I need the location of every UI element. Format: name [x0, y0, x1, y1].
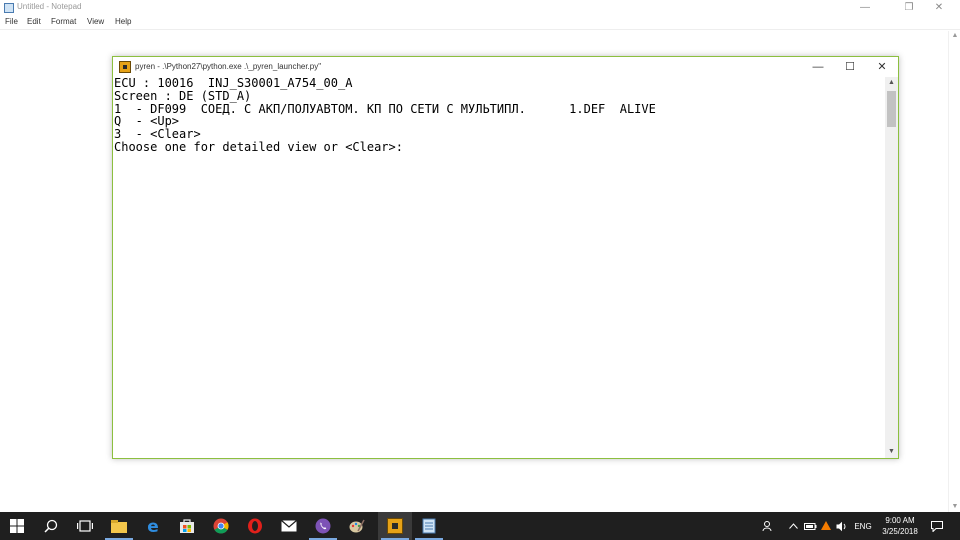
menu-view[interactable]: View: [87, 17, 104, 26]
taskbar-file-explorer[interactable]: [102, 512, 136, 540]
people-icon[interactable]: [758, 512, 778, 540]
store-icon: [180, 519, 194, 533]
pyren-icon: [119, 61, 131, 73]
console-scroll-thumb[interactable]: [887, 91, 896, 127]
notepad-close-button[interactable]: ✕: [926, 0, 952, 16]
clock[interactable]: 9:00 AM 3/25/2018: [872, 515, 928, 537]
chrome-icon: [213, 518, 229, 534]
taskbar-mail[interactable]: [272, 512, 306, 540]
search-icon: [44, 519, 58, 533]
menu-file[interactable]: File: [5, 17, 18, 26]
language-indicator[interactable]: ENG: [852, 512, 874, 540]
taskbar-chrome[interactable]: [204, 512, 238, 540]
taskbar-viber[interactable]: [306, 512, 340, 540]
folder-icon: [111, 519, 127, 533]
mail-icon: [281, 520, 297, 532]
task-view-button[interactable]: [68, 512, 102, 540]
console-title: pyren - .\Python27\python.exe .\_pyren_l…: [135, 62, 322, 71]
console-titlebar[interactable]: pyren - .\Python27\python.exe .\_pyren_l…: [113, 57, 898, 77]
clock-time: 9:00 AM: [885, 516, 915, 525]
notepad-scroll-up-icon[interactable]: ▲: [949, 31, 960, 41]
console-line-ecu: ECU : 10016 INJ_S30001_A754_00_A: [114, 77, 353, 90]
opera-icon: [248, 518, 262, 534]
viber-icon: [315, 518, 331, 534]
clock-date: 3/25/2018: [882, 527, 918, 536]
taskbar-pyren[interactable]: [378, 512, 412, 540]
taskbar-edge[interactable]: e: [136, 512, 170, 540]
notepad-minimize-button[interactable]: —: [852, 0, 878, 16]
paint-icon: [349, 519, 365, 533]
console-prompt[interactable]: Choose one for detailed view or <Clear>:: [114, 141, 885, 154]
notepad-icon: [422, 518, 436, 534]
action-center-icon[interactable]: [928, 512, 946, 540]
notepad-maximize-button[interactable]: ❐: [896, 0, 922, 16]
windows-logo-icon: [10, 519, 24, 533]
menu-edit[interactable]: Edit: [27, 17, 41, 26]
console-close-button[interactable]: ✕: [866, 57, 898, 77]
console-line-option-1: 1 - DF099 СОЕД. С АКП/ПОЛУАВТОМ. КП ПО С…: [114, 101, 656, 116]
search-button[interactable]: [34, 512, 68, 540]
notepad-titlebar[interactable]: Untitled - Notepad — ❐ ✕: [0, 0, 960, 16]
notepad-scroll-down-icon[interactable]: ▼: [949, 502, 960, 512]
taskbar-store[interactable]: [170, 512, 204, 540]
console-minimize-button[interactable]: —: [802, 57, 834, 77]
taskbar-paint[interactable]: [340, 512, 374, 540]
console-scroll-up-icon[interactable]: ▲: [885, 77, 898, 89]
battery-icon[interactable]: [802, 512, 818, 540]
taskbar-opera[interactable]: [238, 512, 272, 540]
start-button[interactable]: [0, 512, 34, 540]
menu-format[interactable]: Format: [51, 17, 76, 26]
menu-help[interactable]: Help: [115, 17, 131, 26]
console-window: pyren - .\Python27\python.exe .\_pyren_l…: [112, 56, 899, 459]
console-line-option-q: Q - <Up>: [114, 114, 180, 129]
console-scrollbar[interactable]: ▲ ▼: [885, 77, 898, 458]
edge-icon: e: [147, 518, 159, 534]
task-view-icon: [77, 520, 93, 532]
taskbar: e ENG 9:00 AM 3/25/2018: [0, 512, 960, 540]
console-scroll-down-icon[interactable]: ▼: [885, 446, 898, 458]
console-line-screen: Screen : DE (STD_A): [114, 88, 252, 103]
notepad-title: Untitled - Notepad: [17, 2, 82, 11]
console-maximize-button[interactable]: ☐: [834, 57, 866, 77]
antivirus-icon[interactable]: [818, 512, 834, 540]
volume-icon[interactable]: [834, 512, 850, 540]
pyren-icon: [387, 518, 403, 534]
console-output[interactable]: ECU : 10016 INJ_S30001_A754_00_A Screen …: [113, 77, 885, 458]
notepad-scrollbar[interactable]: ▲ ▼: [948, 31, 960, 512]
notepad-icon: [4, 3, 14, 13]
svg-text:e: e: [147, 518, 159, 534]
tray-expand-chevron-icon[interactable]: [786, 512, 800, 540]
taskbar-notepad[interactable]: [412, 512, 446, 540]
notepad-menubar: File Edit Format View Help: [0, 16, 960, 30]
